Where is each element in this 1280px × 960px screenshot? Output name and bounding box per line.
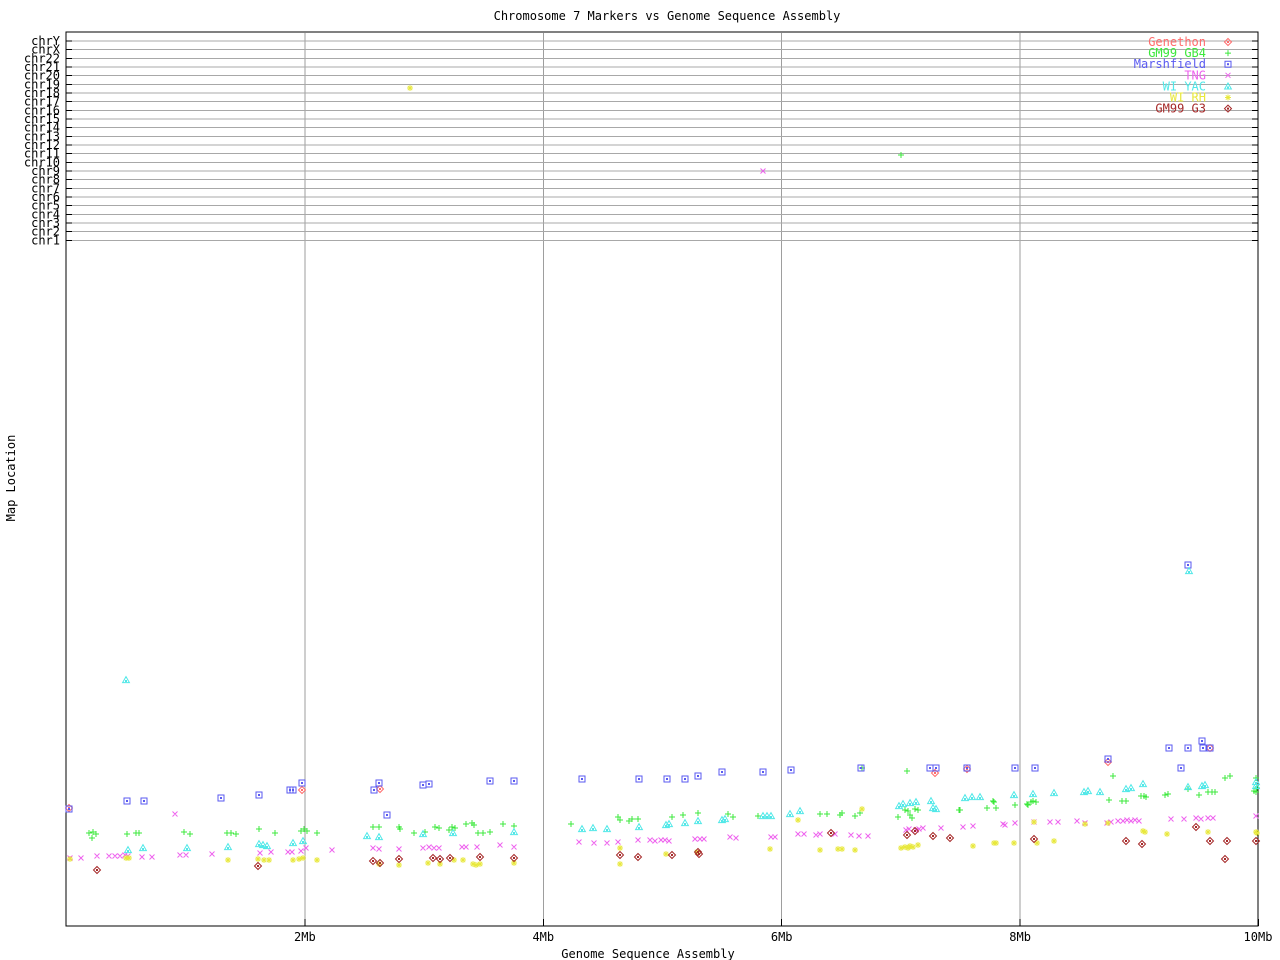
legend-label: GM99 G3 (1155, 102, 1206, 116)
x-tick-label: 10Mb (1244, 930, 1273, 944)
chromosome-label: chr1 (31, 233, 60, 247)
x-tick-label: 4Mb (532, 930, 554, 944)
legend-marker-wi-yac-dot (1227, 86, 1229, 89)
legend-marker-marshfield-dot (1227, 63, 1229, 66)
legend-marker-wi-rh (1225, 94, 1231, 101)
series-marshfield-dots (68, 564, 1211, 816)
series-wi-yac-dots (125, 571, 1257, 852)
legend-marker-genethon-dot (1227, 41, 1229, 43)
legend-marker-gm99-gb4 (1225, 50, 1231, 57)
series-wi-yac-points (121, 566, 1261, 854)
x-tick-label: 8Mb (1009, 930, 1031, 944)
plot-frame (65, 31, 1259, 927)
plot-svg: chrYchrXchr22chr21chr20chr19chr18chr17ch… (24, 31, 1273, 944)
x-tick-label: 6Mb (771, 930, 793, 944)
x-tick-label: 2Mb (294, 930, 316, 944)
series-wi-rh-points (67, 85, 1260, 868)
legend-marker-gm99-g3-dot (1227, 107, 1229, 110)
series-gm99-gb4-points (86, 152, 1260, 841)
series-tng-points (67, 168, 1259, 861)
chart-canvas: Chromosome 7 Markers vs Genome Sequence … (0, 0, 1280, 960)
